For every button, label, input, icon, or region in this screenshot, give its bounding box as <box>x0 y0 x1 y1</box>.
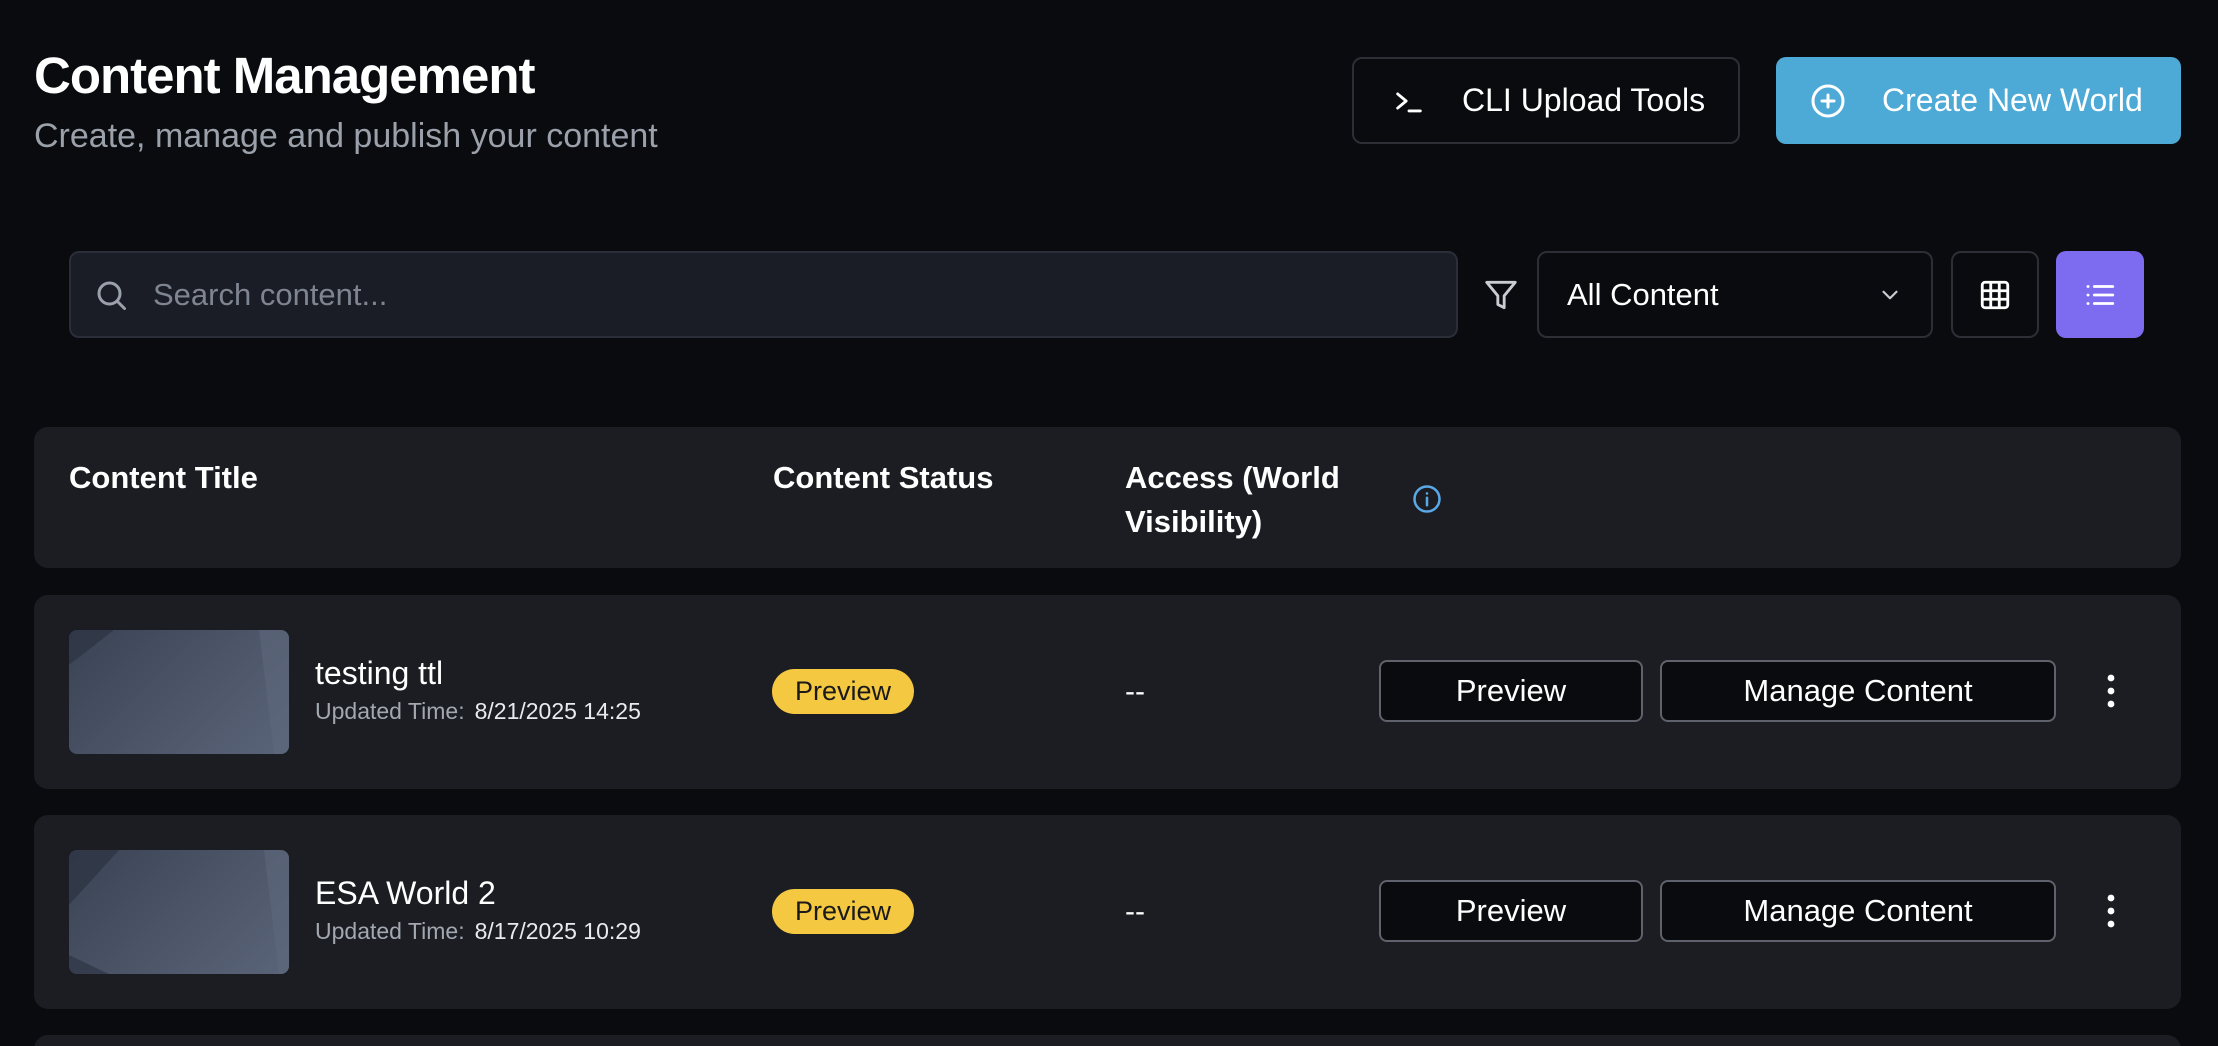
terminal-icon <box>1396 92 1422 112</box>
grid-icon <box>1980 280 2010 309</box>
table-row <box>34 1035 2181 1046</box>
content-title: testing ttl <box>315 655 444 691</box>
updated-time-label: Updated Time: <box>315 698 465 724</box>
search-input[interactable] <box>153 253 1456 336</box>
updated-time: Updated Time: 8/17/2025 10:29 <box>315 918 641 945</box>
updated-time: Updated Time: 8/21/2025 14:25 <box>315 698 641 725</box>
content-filter-value: All Content <box>1567 276 1719 312</box>
table-row: testing ttl Updated Time: 8/21/2025 14:2… <box>34 595 2181 789</box>
content-thumbnail <box>69 850 289 974</box>
status-badge: Preview <box>772 669 915 714</box>
more-options-button[interactable] <box>2096 667 2126 715</box>
updated-time-label: Updated Time: <box>315 918 465 944</box>
content-filter-select[interactable]: All Content <box>1537 251 1933 338</box>
thumbnail-placeholder-image <box>69 850 289 974</box>
page-subtitle: Create, manage and publish your content <box>34 117 658 155</box>
chevron-down-icon <box>1882 290 1898 299</box>
manage-content-button[interactable]: Manage Content <box>1660 660 2056 722</box>
content-title: ESA World 2 <box>315 875 496 911</box>
plus-circle-icon <box>1811 84 1845 117</box>
table-row: ESA World 2 Updated Time: 8/17/2025 10:2… <box>34 815 2181 1009</box>
cli-upload-tools-button[interactable]: CLI Upload Tools <box>1352 57 1740 144</box>
preview-button[interactable]: Preview <box>1379 880 1643 942</box>
more-vertical-icon <box>2107 674 2115 708</box>
column-header-status: Content Status <box>773 460 994 495</box>
access-value: -- <box>1125 895 1145 928</box>
more-vertical-icon <box>2107 894 2115 928</box>
updated-time-value: 8/21/2025 14:25 <box>474 698 641 724</box>
content-management-page: Content Management Create, manage and pu… <box>0 0 2218 1046</box>
info-icon[interactable] <box>1412 484 1442 514</box>
column-header-access: Access (World Visibility) <box>1125 460 1340 539</box>
list-icon <box>2086 284 2115 305</box>
column-header-title: Content Title <box>69 460 258 495</box>
more-options-button[interactable] <box>2096 887 2126 935</box>
create-new-world-label: Create New World <box>1882 82 2143 118</box>
page-title: Content Management <box>34 47 536 104</box>
create-new-world-button[interactable]: Create New World <box>1776 57 2181 144</box>
preview-button[interactable]: Preview <box>1379 660 1643 722</box>
table-header: Content Title Content Status Access (Wor… <box>34 427 2181 568</box>
cli-upload-tools-label: CLI Upload Tools <box>1462 82 1706 118</box>
content-thumbnail <box>69 630 289 754</box>
grid-view-button[interactable] <box>1951 251 2039 338</box>
filter-icon[interactable] <box>1482 276 1520 314</box>
search-icon <box>97 281 126 310</box>
search-box <box>69 251 1458 338</box>
status-badge: Preview <box>772 889 915 934</box>
manage-content-button[interactable]: Manage Content <box>1660 880 2056 942</box>
access-value: -- <box>1125 675 1145 708</box>
list-view-button[interactable] <box>2056 251 2144 338</box>
thumbnail-placeholder-image <box>69 630 289 754</box>
updated-time-value: 8/17/2025 10:29 <box>474 918 641 944</box>
